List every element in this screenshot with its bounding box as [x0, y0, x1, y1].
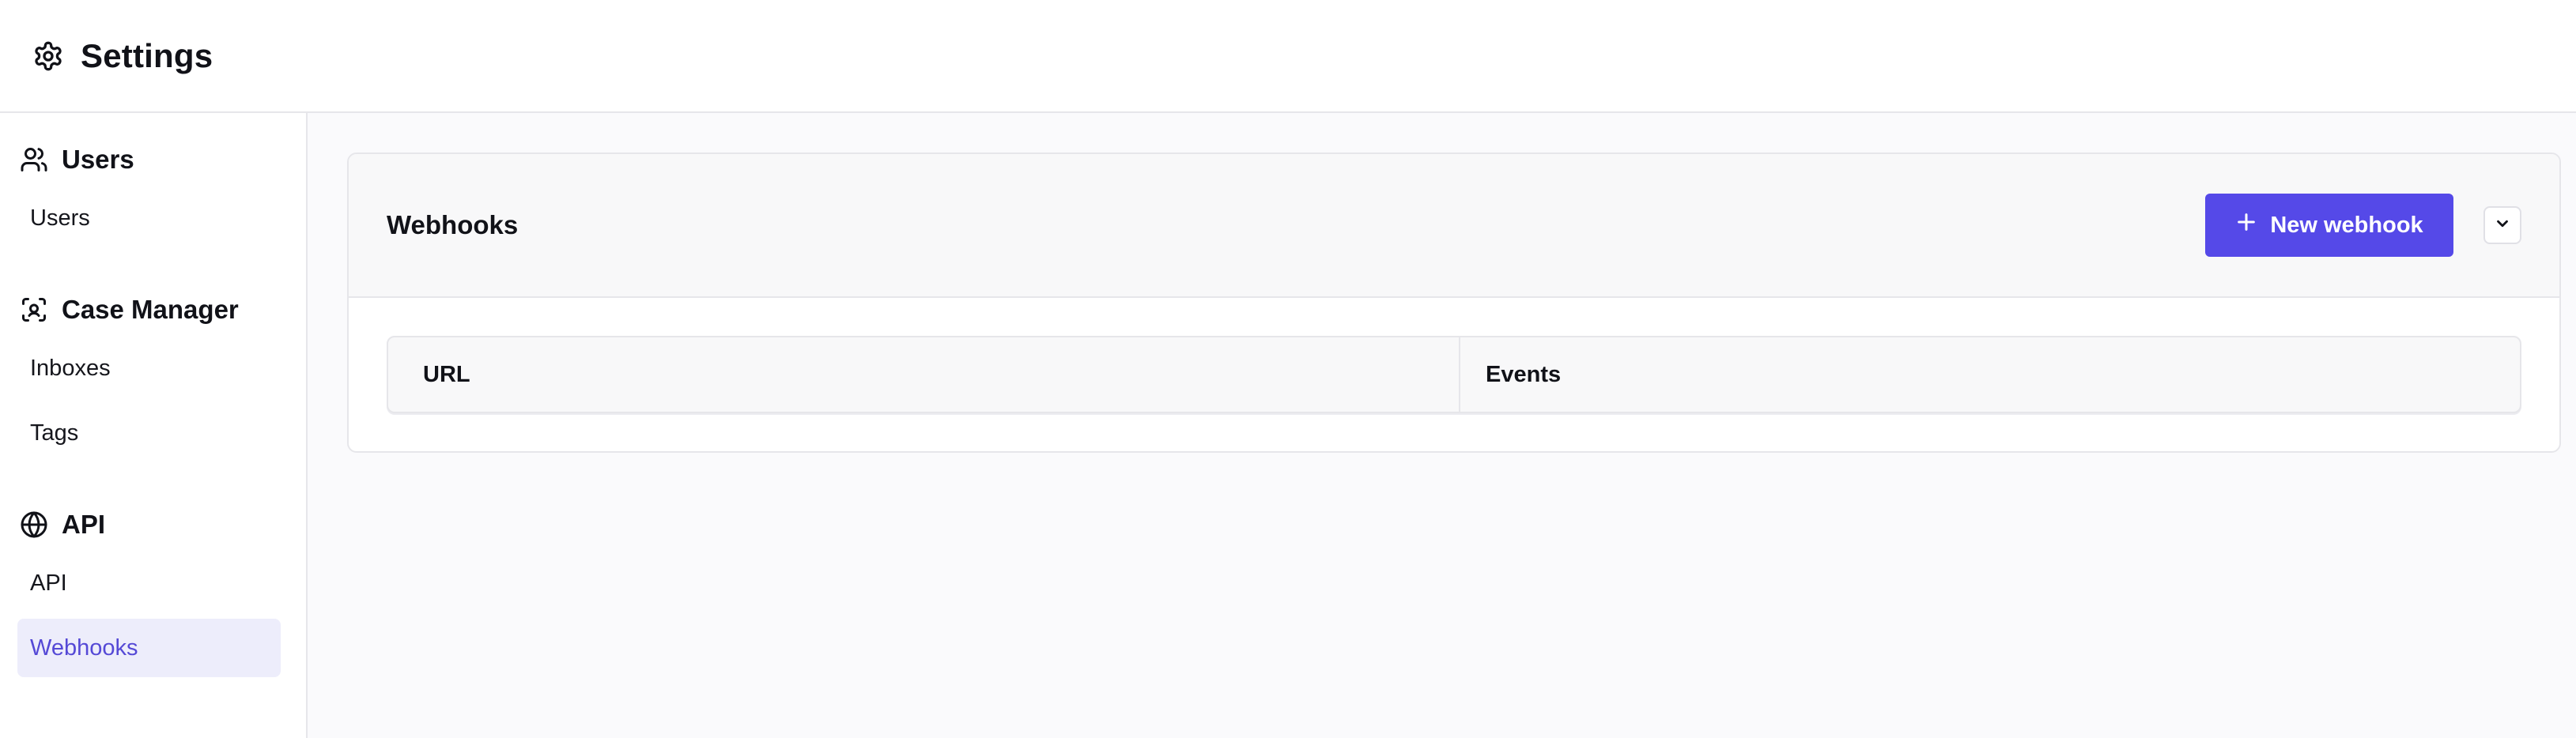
users-icon: [19, 145, 49, 175]
settings-sidebar: Users Users Case Manager Inboxes Tags AP…: [0, 113, 308, 738]
sidebar-section-api: API: [17, 505, 281, 544]
new-webhook-label: New webhook: [2270, 212, 2423, 238]
card-title: Webhooks: [387, 210, 519, 239]
new-webhook-button[interactable]: New webhook: [2205, 194, 2453, 257]
sidebar-section-title: Case Manager: [62, 295, 239, 324]
column-header-url[interactable]: URL: [388, 337, 1460, 412]
sidebar-section-title: API: [62, 510, 106, 539]
sidebar-item-api[interactable]: API: [17, 554, 281, 612]
settings-header: Settings: [0, 0, 2576, 113]
plus-icon: [2235, 211, 2257, 239]
sidebar-item-tags[interactable]: Tags: [17, 404, 281, 462]
webhooks-card: Webhooks New webhook URL Events: [347, 152, 2561, 453]
sidebar-section-title: Users: [62, 145, 134, 174]
main-content: Webhooks New webhook URL Events: [308, 113, 2576, 738]
sidebar-section-users: Users: [17, 140, 281, 179]
gear-icon: [30, 38, 66, 74]
column-header-events[interactable]: Events: [1460, 337, 2520, 412]
card-header: Webhooks New webhook: [349, 154, 2559, 298]
sidebar-item-inboxes[interactable]: Inboxes: [17, 339, 281, 397]
scan-face-icon: [19, 295, 49, 325]
page-title: Settings: [81, 36, 213, 74]
webhooks-table: URL Events: [387, 336, 2521, 413]
sidebar-section-case-manager: Case Manager: [17, 290, 281, 329]
table-wrapper: URL Events: [349, 298, 2559, 451]
sidebar-item-users[interactable]: Users: [17, 189, 281, 247]
chevron-down-icon: [2494, 215, 2511, 236]
collapse-toggle-button[interactable]: [2483, 206, 2521, 244]
globe-icon: [19, 510, 49, 540]
sidebar-item-webhooks[interactable]: Webhooks: [17, 619, 281, 677]
